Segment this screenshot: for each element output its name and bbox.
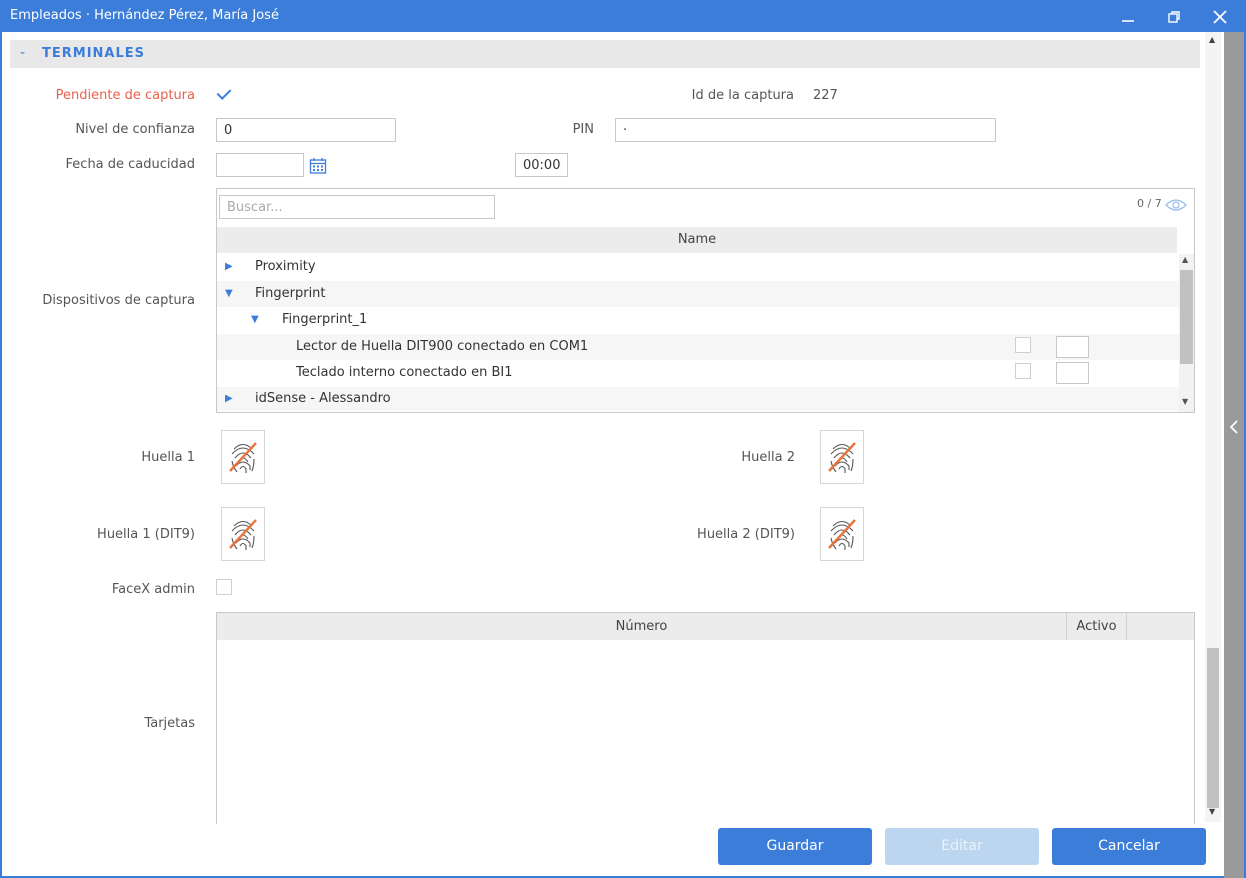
- chevron-left-icon[interactable]: [1229, 420, 1239, 434]
- capture-devices-label: Dispositivos de captura: [42, 293, 195, 308]
- tree-label: idSense - Alessandro: [255, 391, 391, 406]
- fingerprint-disabled-icon: [229, 442, 257, 473]
- device-select-checkbox[interactable]: [1015, 363, 1031, 379]
- expand-icon[interactable]: ▶: [225, 393, 233, 404]
- collapse-tree-icon[interactable]: ▼: [251, 314, 259, 325]
- tree-row-fingerprint-1[interactable]: ▼ Fingerprint_1: [217, 307, 1179, 333]
- pin-label: PIN: [572, 122, 594, 137]
- terminales-section-header[interactable]: - TERMINALES: [10, 40, 1200, 68]
- minimize-icon[interactable]: [1108, 4, 1148, 30]
- tree-row-proximity[interactable]: ▶ Proximity: [217, 254, 1179, 280]
- tree-label: Teclado interno conectado en BI1: [296, 365, 513, 380]
- fingerprint-2-dit9-label: Huella 2 (DIT9): [697, 527, 795, 542]
- scroll-thumb[interactable]: [1180, 270, 1193, 364]
- eye-icon[interactable]: [1165, 198, 1187, 212]
- title-bar: Empleados · Hernández Pérez, María José: [2, 2, 1244, 32]
- edit-button[interactable]: Editar: [885, 828, 1039, 865]
- tree-row-dit900[interactable]: Lector de Huella DIT900 conectado en COM…: [217, 334, 1179, 360]
- fingerprint-disabled-icon: [229, 519, 257, 550]
- confidence-label: Nivel de confianza: [75, 122, 195, 137]
- fingerprint-2-dit9-box[interactable]: [820, 507, 864, 561]
- collapse-tree-icon[interactable]: ▼: [225, 288, 233, 299]
- capture-id-value: 227: [813, 88, 838, 103]
- cards-label: Tarjetas: [144, 716, 195, 731]
- calendar-icon[interactable]: [309, 157, 327, 175]
- pending-capture-label: Pendiente de captura: [55, 88, 195, 103]
- expiry-date-input[interactable]: [216, 153, 304, 177]
- main-scrollbar[interactable]: ▲ ▼: [1205, 32, 1221, 822]
- tree-label: Fingerprint: [255, 286, 326, 301]
- fingerprint-1-box[interactable]: [221, 430, 265, 484]
- employee-window: Empleados · Hernández Pérez, María José …: [0, 0, 1246, 878]
- section-title: TERMINALES: [42, 46, 145, 61]
- fingerprint-2-label: Huella 2: [741, 450, 795, 465]
- tree-label: Lector de Huella DIT900 conectado en COM…: [296, 339, 589, 354]
- facex-admin-checkbox[interactable]: [216, 579, 232, 595]
- scroll-up-icon[interactable]: ▲: [1209, 35, 1215, 44]
- close-icon[interactable]: [1200, 4, 1240, 30]
- fingerprint-1-label: Huella 1: [141, 450, 195, 465]
- device-name-header[interactable]: Name: [217, 227, 1177, 253]
- device-search-input[interactable]: Buscar...: [219, 195, 495, 219]
- cards-number-header[interactable]: Número: [217, 613, 1067, 640]
- device-select-checkbox[interactable]: [1015, 337, 1031, 353]
- device-value-input[interactable]: [1056, 336, 1089, 358]
- restore-icon[interactable]: [1154, 4, 1194, 30]
- tree-label: Proximity: [255, 259, 316, 274]
- cards-header-filler: [1127, 613, 1194, 640]
- tree-row-idsense[interactable]: ▶ idSense - Alessandro: [217, 387, 1179, 411]
- tree-row-fingerprint[interactable]: ▼ Fingerprint: [217, 281, 1179, 307]
- fingerprint-2-box[interactable]: [820, 430, 864, 484]
- expiry-time-input[interactable]: 00:00: [515, 153, 568, 177]
- fingerprint-disabled-icon: [828, 442, 856, 473]
- capture-devices-panel: Buscar... 0 / 7 Name ▶ Proximity ▼ Finge…: [216, 188, 1195, 413]
- scroll-down-icon[interactable]: ▼: [1209, 807, 1215, 816]
- cards-table: Número Activo: [216, 612, 1195, 824]
- window-title: Empleados · Hernández Pérez, María José: [10, 8, 279, 23]
- cards-active-header[interactable]: Activo: [1067, 613, 1127, 640]
- expiry-date-label: Fecha de caducidad: [65, 157, 195, 172]
- fingerprint-disabled-icon: [828, 519, 856, 550]
- tree-label: Fingerprint_1: [282, 312, 368, 327]
- side-panel-toggle[interactable]: [1224, 32, 1244, 878]
- fingerprint-1-dit9-box[interactable]: [221, 507, 265, 561]
- device-count: 0 / 7: [1137, 197, 1162, 210]
- pending-capture-checkbox[interactable]: [216, 86, 232, 102]
- devices-scrollbar[interactable]: ▲ ▼: [1179, 254, 1194, 412]
- confidence-input[interactable]: 0: [216, 118, 396, 142]
- collapse-icon[interactable]: -: [20, 45, 25, 61]
- pin-input[interactable]: ·: [615, 118, 996, 142]
- expand-icon[interactable]: ▶: [225, 261, 233, 272]
- fingerprint-1-dit9-label: Huella 1 (DIT9): [97, 527, 195, 542]
- device-value-input[interactable]: [1056, 362, 1089, 384]
- tree-row-internal-keypad[interactable]: Teclado interno conectado en BI1: [217, 360, 1179, 386]
- cancel-button[interactable]: Cancelar: [1052, 828, 1206, 865]
- scroll-up-icon[interactable]: ▲: [1182, 255, 1188, 264]
- scroll-down-icon[interactable]: ▼: [1182, 397, 1188, 406]
- scroll-thumb[interactable]: [1207, 648, 1219, 808]
- facex-admin-label: FaceX admin: [111, 582, 195, 597]
- save-button[interactable]: Guardar: [718, 828, 872, 865]
- capture-id-label: Id de la captura: [691, 88, 794, 103]
